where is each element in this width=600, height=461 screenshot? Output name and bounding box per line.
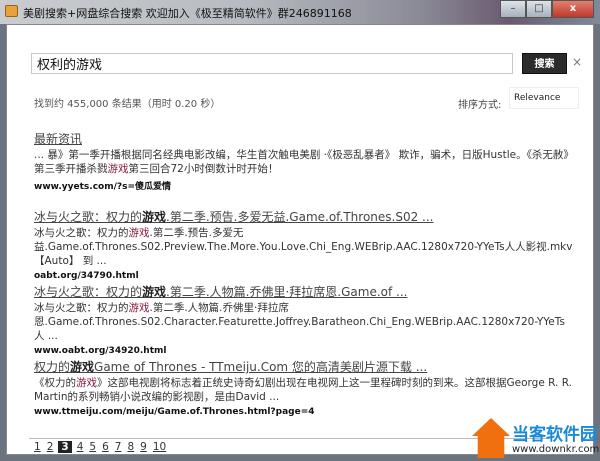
snippet-text: 冰与火之歌：权力的 xyxy=(34,227,129,239)
pagination: 1 2 3 4 5 6 7 8 9 10 xyxy=(33,441,167,453)
result-title-link[interactable]: 最新资讯 xyxy=(34,131,574,147)
minimize-button[interactable]: – xyxy=(500,0,526,18)
search-result: 权力的游戏Game of Thrones - TTmeiju.Com 您的高清美… xyxy=(34,359,574,417)
maximize-button[interactable]: □ xyxy=(526,0,552,18)
snippet-text: 《权力的 xyxy=(34,377,76,389)
title-bold: 游戏 xyxy=(142,285,167,299)
search-result: 最新资讯 ... 暴》第一季开播根据同名经典电影改编，华生首次触电美剧 ·《极恶… xyxy=(34,131,574,192)
title-text: 冰与火之歌：权力的 xyxy=(34,285,143,299)
result-title-link[interactable]: 冰与火之歌：权力的游戏.第二季.预告.多爱无益.Game.of.Thrones.… xyxy=(34,209,574,225)
watermark-url: www.downkr.com xyxy=(512,444,600,455)
window-title: 美剧搜索+网盘综合搜索 欢迎加入《极至精简软件》群246891168 xyxy=(23,7,352,20)
result-url: www.ttmeiju.com/meiju/Game.of.Thrones.ht… xyxy=(34,407,315,417)
watermark-title: 当客软件园 xyxy=(512,425,597,445)
page-link-9[interactable]: 9 xyxy=(139,441,148,453)
search-input[interactable] xyxy=(31,53,513,74)
result-snippet: ... 暴》第一季开播根据同名经典电影改编，华生首次触电美剧 ·《极恶乱暴者》 … xyxy=(34,148,574,176)
clear-icon[interactable]: × xyxy=(572,55,582,69)
result-snippet: 《权力的游戏》这部电视剧将标志着正统史诗奇幻剧出现在电视网上这一里程碑时刻的到来… xyxy=(34,376,574,404)
title-text: 冰与火之歌：权力的 xyxy=(34,210,143,224)
page-link-7[interactable]: 7 xyxy=(114,441,123,453)
page-link-1[interactable]: 1 xyxy=(33,441,42,453)
search-button[interactable]: 搜索 xyxy=(522,53,567,74)
result-title-link[interactable]: 权力的游戏Game of Thrones - TTmeiju.Com 您的高清美… xyxy=(34,359,574,375)
sort-label: 排序方式: xyxy=(458,100,502,111)
snippet-highlight: 游戏 xyxy=(128,227,150,239)
page-link-8[interactable]: 8 xyxy=(126,441,135,453)
title-bold: 游戏 xyxy=(142,210,167,224)
title-text: 权力的 xyxy=(34,360,71,374)
title-text: .第二季.预告.多爱无益.Game.of.Thrones.S02 ... xyxy=(166,210,434,224)
app-icon xyxy=(5,5,18,17)
title-text: .第二季.人物篇.乔佛里·拜拉席恩.Game.of ... xyxy=(166,285,408,299)
close-button[interactable]: x xyxy=(552,0,594,18)
title-bold: 游戏 xyxy=(70,360,95,374)
snippet-text: 冰与火之歌：权力的 xyxy=(34,302,129,314)
page-link-2[interactable]: 2 xyxy=(46,441,55,453)
snippet-text: 第三回合72小时倒数计时开始！ xyxy=(128,163,279,175)
result-title-link[interactable]: 冰与火之歌：权力的游戏.第二季.人物篇.乔佛里·拜拉席恩.Game.of ... xyxy=(34,284,574,300)
page-link-10[interactable]: 10 xyxy=(152,441,167,453)
main-content: 搜索 × 找到约 455,000 条结果（用时 0.20 秒） 排序方式: Re… xyxy=(6,24,594,455)
result-url: www.oabt.org/34920.html xyxy=(34,346,167,356)
watermark-logo: 当客软件园 www.downkr.com xyxy=(470,418,600,461)
search-result: 冰与火之歌：权力的游戏.第二季.人物篇.乔佛里·拜拉席恩.Game.of ...… xyxy=(34,284,574,356)
search-result: 冰与火之歌：权力的游戏.第二季.预告.多爱无益.Game.of.Thrones.… xyxy=(34,209,574,281)
page-link-3[interactable]: 3 xyxy=(58,441,72,453)
snippet-highlight: 游戏 xyxy=(76,377,97,389)
result-count: 找到约 455,000 条结果（用时 0.20 秒） xyxy=(34,99,221,110)
result-snippet: 冰与火之歌：权力的游戏.第二季.预告.多爱无益.Game.of.Thrones.… xyxy=(34,226,574,268)
title-text: Game of Thrones - TTmeiju.Com 您的高清美剧片源下载… xyxy=(94,360,428,374)
page-link-6[interactable]: 6 xyxy=(101,441,110,453)
result-snippet: 冰与火之歌：权力的游戏.第二季.人物篇.乔佛里·拜拉席恩.Game.of.Thr… xyxy=(34,301,574,343)
house-icon xyxy=(472,418,510,458)
snippet-highlight: 游戏 xyxy=(107,163,129,175)
result-url: www.yyets.com/?s=傻瓜爱情 xyxy=(34,182,172,192)
page-link-5[interactable]: 5 xyxy=(88,441,97,453)
snippet-highlight: 游戏 xyxy=(128,302,150,314)
sort-select[interactable]: Relevance xyxy=(509,87,579,109)
title-bar: 美剧搜索+网盘综合搜索 欢迎加入《极至精简软件》群246891168 – □ x xyxy=(0,0,600,24)
page-link-4[interactable]: 4 xyxy=(76,441,85,453)
result-url: oabt.org/34790.html xyxy=(34,271,139,281)
snippet-text: 》这部电视剧将标志着正统史诗奇幻剧出现在电视网上这一里程碑时刻的到来。这部根据G… xyxy=(34,377,572,403)
